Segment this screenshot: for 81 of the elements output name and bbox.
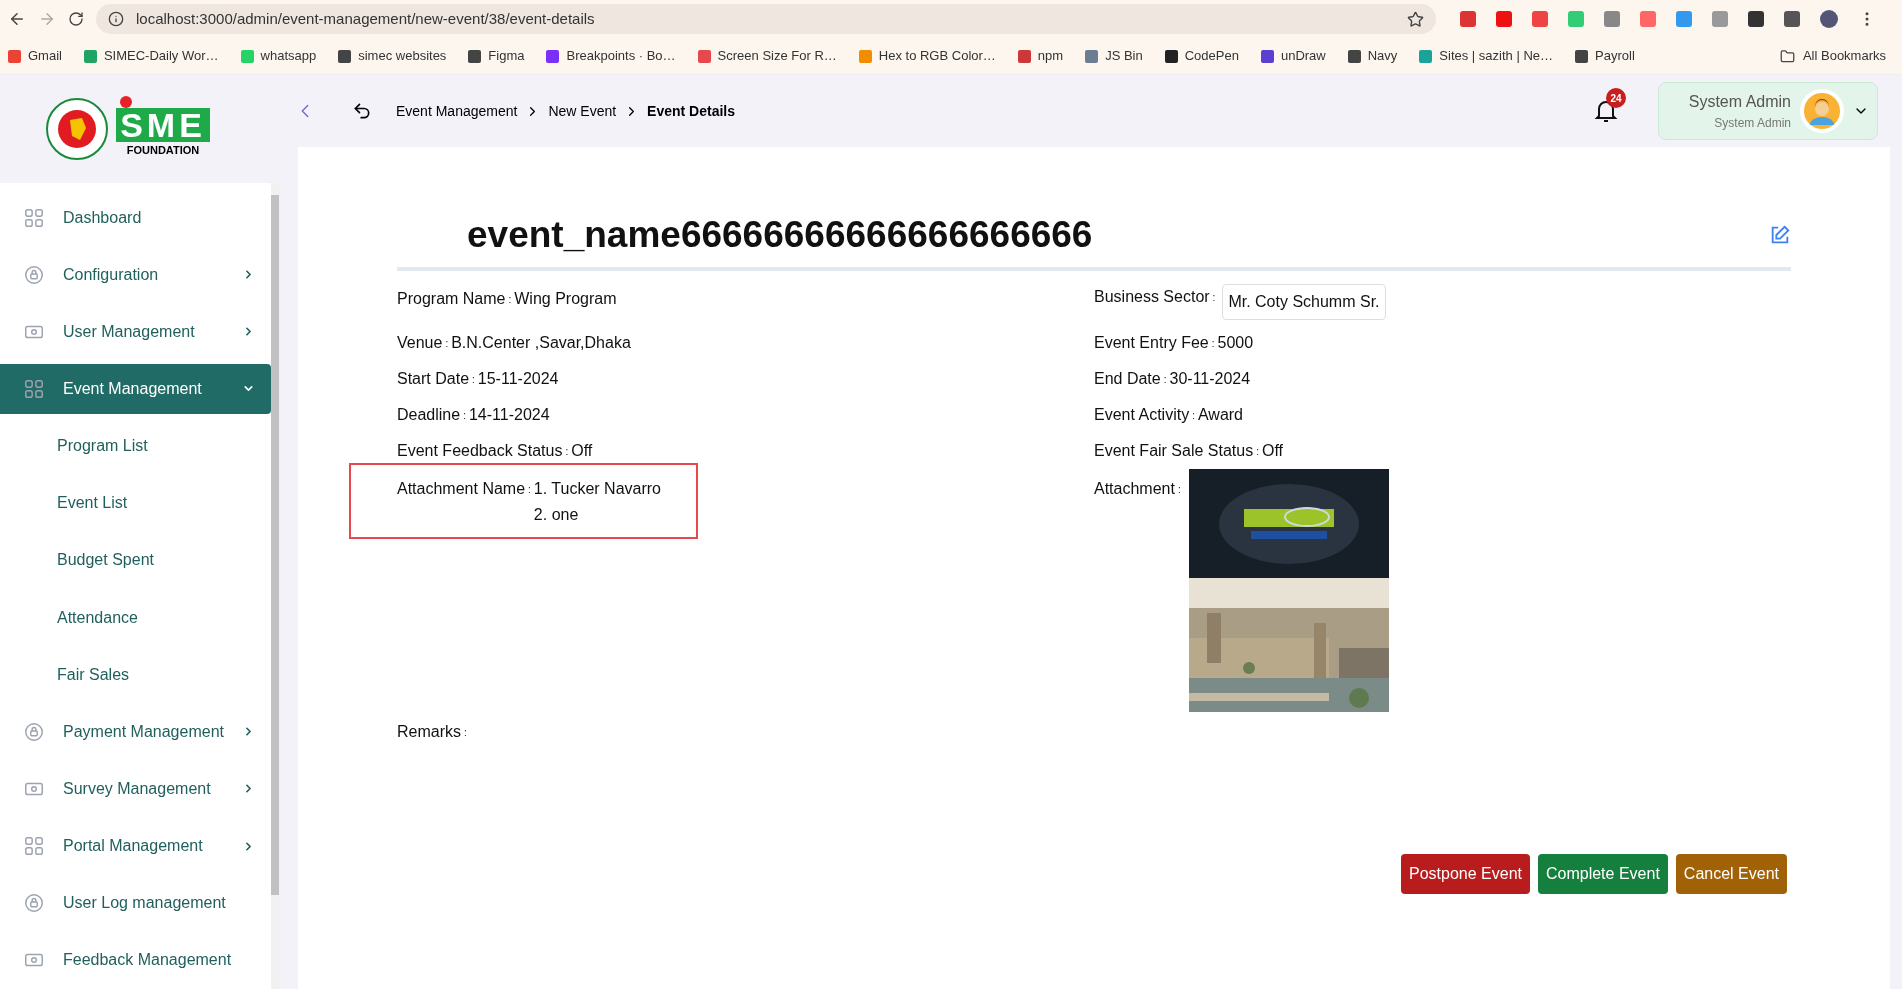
breadcrumb-item[interactable]: Event Management	[396, 100, 518, 122]
user-role: System Admin	[1714, 115, 1791, 132]
bookmark[interactable]: whatsapp	[240, 46, 317, 66]
bookmark[interactable]: Gmail	[8, 46, 62, 66]
sidebar-item[interactable]: Payment Management	[0, 707, 271, 757]
detail-value: Off	[1261, 440, 1283, 461]
sidebar-item[interactable]: Portal Management	[0, 821, 271, 871]
bookmark[interactable]: Hex to RGB Color…	[858, 46, 996, 66]
detail-text: Venue : B.N.Center ,Savar,Dhaka	[397, 332, 631, 353]
detail-value: 30-11-2024	[1169, 368, 1251, 389]
breadcrumb-item[interactable]: New Event	[548, 100, 617, 122]
edit-icon[interactable]	[1769, 223, 1791, 246]
menu-icon	[23, 263, 45, 286]
submenu-item[interactable]: Attendance	[0, 593, 271, 643]
menu-icon	[23, 835, 45, 858]
detail-label: Attachment Name :	[397, 478, 532, 499]
url-text: localhost:3000/admin/event-management/new-event/38/event-details	[136, 8, 596, 29]
bookmark[interactable]: unDraw	[1260, 46, 1326, 66]
scrollbar[interactable]	[271, 183, 280, 989]
action-button[interactable]: Cancel Event	[1675, 853, 1787, 894]
forward-icon[interactable]	[38, 10, 56, 28]
event-title: event_name66666666666666666666	[466, 213, 1094, 257]
detail-value: Award	[1197, 404, 1243, 425]
notification-badge: 24	[1606, 88, 1626, 108]
submenu-item[interactable]: Event List	[0, 478, 271, 528]
detail-text: Deadline : 14-11-2024	[397, 404, 550, 425]
menu-icon	[23, 206, 45, 229]
detail-text: Start Date : 15-11-2024	[397, 368, 559, 389]
bookmark[interactable]: Payroll	[1575, 46, 1635, 66]
action-button[interactable]: Postpone Event	[1401, 853, 1530, 894]
sidebar-item[interactable]: User Management	[0, 307, 271, 357]
detail-label: Event Activity :	[1094, 404, 1196, 425]
folder-icon	[1779, 48, 1795, 64]
menu-icon	[23, 720, 45, 743]
bookmark[interactable]: Figma	[468, 46, 525, 66]
back-icon[interactable]	[352, 101, 372, 121]
bookmark[interactable]: JS Bin	[1085, 46, 1143, 66]
detail-label: Event Fair Sale Status :	[1094, 440, 1260, 461]
star-icon[interactable]	[1407, 10, 1424, 28]
detail-label: Attachment :	[1094, 478, 1182, 499]
user-menu[interactable]: System Admin System Admin	[1658, 82, 1878, 140]
detail-text: Event Feedback Status : Off	[397, 440, 593, 461]
menu-icon	[23, 892, 45, 915]
bookmark[interactable]: simec websites	[338, 46, 447, 66]
bookmark[interactable]: Sites | sazith | Ne…	[1419, 46, 1554, 66]
menu-icon	[23, 378, 45, 400]
bookmark[interactable]: Navy	[1347, 46, 1398, 66]
bookmark[interactable]: Breakpoints · Bo…	[546, 46, 676, 66]
sidebar-item[interactable]: Feedback Management	[0, 935, 271, 985]
submenu-item[interactable]: Fair Sales	[0, 650, 271, 700]
attachment-name: 1. Tucker Navarro	[533, 478, 661, 499]
attachment-name: 2. one	[533, 504, 580, 525]
address-bar[interactable]: localhost:3000/admin/event-management/new-event/38/event-details	[96, 4, 1436, 34]
sidebar-item[interactable]: User Log management	[0, 878, 271, 928]
detail-label: Remarks :	[397, 721, 468, 742]
sidebar-item[interactable]: Survey Management	[0, 764, 271, 814]
emblem-icon	[46, 98, 109, 160]
bookmark[interactable]: CodePen	[1164, 46, 1239, 66]
submenu-item[interactable]: Budget Spent	[0, 535, 271, 585]
action-button[interactable]: Complete Event	[1538, 853, 1668, 894]
sidebar-item[interactable]: Event Management	[0, 364, 271, 414]
breadcrumb-item: Event Details	[647, 101, 736, 121]
bookmark[interactable]: All Bookmarks	[1779, 46, 1894, 66]
bookmark[interactable]: SIMEC-Daily Wor…	[83, 46, 219, 66]
detail-text: Program Name : Wing Program	[397, 288, 617, 309]
detail-value: 5000	[1217, 332, 1254, 353]
sidebar-item[interactable]: Dashboard	[0, 193, 271, 243]
profile-avatar[interactable]	[1820, 10, 1838, 28]
bookmark[interactable]: Screen Size For R…	[697, 46, 837, 66]
info-icon[interactable]	[108, 11, 124, 27]
back-icon[interactable]	[8, 10, 26, 28]
detail-value: Mr. Coty Schumm Sr.	[1222, 283, 1386, 320]
detail-label: Event Entry Fee :	[1094, 332, 1216, 353]
reload-icon[interactable]	[68, 11, 84, 27]
submenu-item[interactable]: Program List	[0, 421, 271, 471]
sidebar-item[interactable]: Configuration	[0, 250, 271, 300]
detail-label: End Date :	[1094, 368, 1168, 389]
user-name: System Admin	[1688, 92, 1791, 112]
avatar-icon	[1799, 88, 1845, 134]
detail-label: Business Sector :	[1094, 286, 1217, 307]
bookmark[interactable]: npm	[1017, 46, 1064, 66]
